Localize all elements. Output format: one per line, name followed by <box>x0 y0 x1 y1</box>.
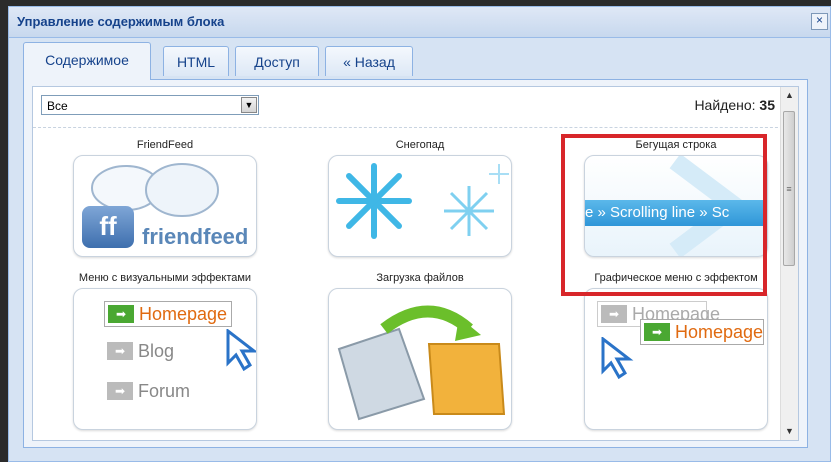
arrow-right-icon: ➡ <box>601 305 627 323</box>
block-item-snowfall[interactable]: Снегопад <box>325 139 515 257</box>
arrow-right-icon: ➡ <box>107 382 133 400</box>
tab-access[interactable]: Доступ <box>235 46 319 76</box>
file-upload-thumbnail[interactable] <box>328 288 512 430</box>
friendfeed-logo: ff <box>82 206 134 248</box>
tab-back[interactable]: « Назад <box>325 46 413 76</box>
folders-icon <box>337 305 506 421</box>
block-title: FriendFeed <box>136 139 194 151</box>
category-select-value: Все <box>47 99 68 113</box>
block-title: Снегопад <box>395 139 445 151</box>
scroll-up-icon[interactable]: ▲ <box>781 87 798 104</box>
scrollbar-thumb[interactable]: ≡ <box>783 111 795 266</box>
vertical-scrollbar[interactable]: ▲ ≡ ▼ <box>780 87 798 440</box>
menu-item-homepage: ➡ Homepage <box>640 319 764 345</box>
filter-toolbar: Все ▼ Найдено: 35 <box>33 87 798 128</box>
menu-item-forum: ➡ Forum <box>104 379 200 405</box>
selection-highlight <box>561 134 767 296</box>
arrow-right-icon: ➡ <box>108 305 134 323</box>
visual-menu-thumbnail[interactable]: ➡ Homepage ➡ Blog ➡ Forum <box>73 288 257 430</box>
block-item-friendfeed[interactable]: FriendFeed ff friendfeed <box>70 139 260 257</box>
snowflake-icon <box>336 163 509 239</box>
menu-item-label: Forum <box>138 381 191 401</box>
arrow-right-icon: ➡ <box>107 342 133 360</box>
tab-html[interactable]: HTML <box>163 46 229 76</box>
dialog-titlebar[interactable]: Управление содержимым блока × <box>9 7 830 38</box>
tab-content[interactable]: Содержимое <box>23 42 151 80</box>
close-icon[interactable]: × <box>811 13 828 30</box>
friendfeed-thumbnail[interactable]: ff friendfeed <box>73 155 257 257</box>
cursor-icon <box>601 337 634 380</box>
snowfall-thumbnail[interactable] <box>328 155 512 257</box>
menu-item-label: Homepage <box>675 322 764 342</box>
scroll-down-icon[interactable]: ▼ <box>781 423 798 440</box>
menu-item-label: Homepage <box>139 304 228 324</box>
category-select[interactable]: Все ▼ <box>41 95 259 115</box>
menu-item-blog: ➡ Blog <box>104 339 200 365</box>
menu-item-homepage: ➡ Homepage <box>104 301 232 327</box>
arrow-right-icon: ➡ <box>644 323 670 341</box>
menu-item-label: Blog <box>138 341 175 361</box>
block-title: Загрузка файлов <box>376 272 464 284</box>
graphic-menu-thumbnail[interactable]: ➡ Homepage ➡ Homepage <box>584 288 768 430</box>
chevron-down-icon[interactable]: ▼ <box>241 97 257 113</box>
block-item-file-upload[interactable]: Загрузка файлов <box>325 272 515 430</box>
found-number: 35 <box>759 97 775 113</box>
block-item-visual-menu[interactable]: Меню с визуальными эффектами ➡ Homepage … <box>70 272 260 430</box>
cursor-icon <box>226 329 256 372</box>
dialog-title: Управление содержимым блока <box>17 14 225 29</box>
block-title: Меню с визуальными эффектами <box>78 272 252 284</box>
friendfeed-wordmark: friendfeed <box>142 224 249 249</box>
found-label: Найдено: <box>694 97 756 113</box>
found-count: Найдено: 35 <box>694 97 775 113</box>
